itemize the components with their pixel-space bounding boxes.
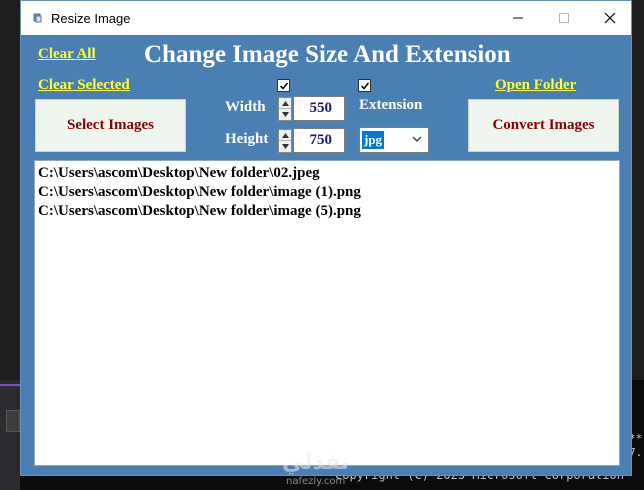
list-item[interactable]: C:\Users\ascom\Desktop\New folder\image …	[38, 202, 616, 221]
height-increase-button[interactable]	[279, 130, 291, 141]
extension-selected-value: jpg	[362, 131, 385, 149]
list-item[interactable]: C:\Users\ascom\Desktop\New folder\02.jpe…	[38, 164, 616, 183]
chevron-down-icon	[412, 136, 422, 142]
width-input[interactable]: 550	[293, 96, 345, 121]
height-decrease-button[interactable]	[279, 141, 291, 152]
watermark-url: nafezly.com	[286, 476, 346, 487]
chevron-down-icon	[281, 144, 289, 149]
select-images-button[interactable]: Select Images	[35, 99, 186, 152]
watermark-logo: نفذلي	[282, 450, 350, 475]
list-item[interactable]: C:\Users\ascom\Desktop\New folder\image …	[38, 183, 616, 202]
close-button[interactable]	[587, 1, 633, 35]
checkmark-icon	[279, 82, 288, 90]
chevron-up-icon	[281, 132, 289, 138]
app-icon	[33, 13, 42, 23]
background-widget	[6, 410, 20, 432]
extension-checkbox[interactable]	[358, 79, 371, 92]
clear-all-link[interactable]: Clear All	[38, 46, 96, 63]
minimize-button[interactable]	[495, 1, 541, 35]
width-decrease-button[interactable]	[279, 109, 291, 120]
extension-label: Extension	[359, 97, 423, 113]
file-list[interactable]: C:\Users\ascom\Desktop\New folder\02.jpe…	[34, 160, 620, 466]
height-label: Height	[225, 131, 269, 147]
height-stepper[interactable]	[278, 129, 292, 153]
checkmark-icon	[360, 82, 369, 90]
page-title: Change Image Size And Extension	[144, 41, 511, 68]
background-panel-left	[0, 380, 20, 490]
open-folder-link[interactable]: Open Folder	[495, 77, 576, 94]
clear-selected-link[interactable]: Clear Selected	[38, 77, 130, 94]
window-title: Resize Image	[51, 11, 131, 26]
close-icon	[604, 12, 616, 24]
resize-image-window: Resize Image Clear All Clear Selected Op…	[20, 0, 632, 476]
chevron-down-icon	[281, 112, 289, 117]
resize-checkbox[interactable]	[277, 79, 290, 92]
extension-select[interactable]: jpg	[359, 127, 429, 153]
title-bar: Resize Image	[21, 1, 631, 35]
background-accent-line	[0, 384, 20, 386]
maximize-icon	[559, 13, 569, 23]
width-increase-button[interactable]	[279, 98, 291, 109]
height-input[interactable]: 750	[293, 128, 345, 153]
minimize-icon	[513, 17, 523, 19]
convert-images-button[interactable]: Convert Images	[468, 99, 619, 152]
maximize-button[interactable]	[541, 1, 587, 35]
chevron-up-icon	[281, 100, 289, 106]
width-label: Width	[225, 99, 266, 115]
width-stepper[interactable]	[278, 97, 292, 121]
